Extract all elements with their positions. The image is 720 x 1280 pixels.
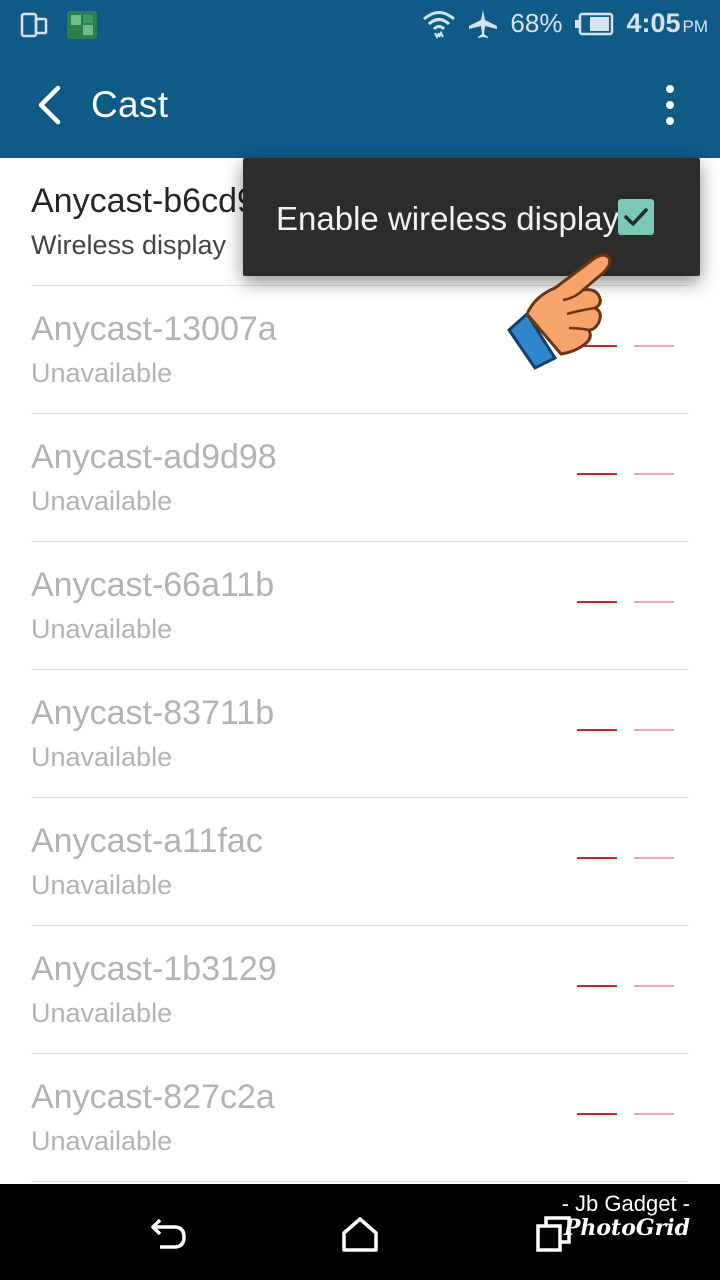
device-name: Anycast-a11fac bbox=[31, 822, 263, 860]
enable-wireless-display-label: Enable wireless display bbox=[276, 200, 620, 237]
device-name: Anycast-13007a bbox=[31, 310, 277, 348]
nav-back-button[interactable] bbox=[146, 1212, 190, 1256]
signal-indicator bbox=[634, 1113, 674, 1115]
device-status: Wireless display bbox=[31, 230, 227, 260]
device-name: Anycast-66a11b bbox=[31, 566, 275, 604]
battery-percent: 68% bbox=[510, 8, 563, 38]
device-name: Anycast-1b3129 bbox=[31, 950, 277, 988]
device-status: Unavailable bbox=[31, 870, 173, 900]
device-name: Anycast-b6cd9 bbox=[31, 182, 256, 220]
system-icons: 68% 4:05 PM bbox=[422, 8, 708, 39]
device-row[interactable]: Anycast-83711b Unavailable bbox=[31, 670, 689, 798]
signal-indicator bbox=[577, 985, 617, 987]
device-status: Unavailable bbox=[31, 614, 173, 644]
pointing-hand-icon bbox=[507, 253, 612, 370]
signal-indicator bbox=[634, 857, 674, 859]
clock: 4:05 PM bbox=[626, 8, 708, 39]
signal-indicator bbox=[634, 601, 674, 603]
signal-indicator bbox=[577, 473, 617, 475]
photogrid-watermark: - Jb Gadget - PhotoGrid bbox=[561, 1191, 690, 1242]
overflow-dot bbox=[666, 117, 674, 125]
signal-indicator bbox=[577, 1113, 617, 1115]
wifi-icon bbox=[423, 10, 456, 39]
device-row[interactable]: Anycast-a11fac Unavailable bbox=[31, 798, 689, 926]
device-status: Unavailable bbox=[31, 358, 173, 388]
device-row[interactable]: Anycast-1b3129 Unavailable bbox=[31, 926, 689, 1054]
signal-indicator bbox=[634, 729, 674, 731]
device-row[interactable]: Anycast-66a11b Unavailable bbox=[31, 542, 689, 670]
signal-indicator bbox=[634, 345, 674, 347]
signal-indicator bbox=[577, 729, 617, 731]
back-button[interactable] bbox=[24, 80, 74, 130]
navigation-bar: - Jb Gadget - PhotoGrid bbox=[0, 1184, 720, 1280]
device-row[interactable]: Anycast-827c2a Unavailable bbox=[31, 1054, 689, 1182]
battery-icon bbox=[575, 12, 614, 35]
enable-wireless-display-checkbox[interactable] bbox=[618, 199, 654, 235]
back-icon bbox=[151, 1218, 186, 1249]
overflow-popup-menu: Enable wireless display bbox=[243, 158, 700, 276]
nav-home-button[interactable] bbox=[338, 1212, 382, 1256]
device-status: Unavailable bbox=[31, 742, 173, 772]
overflow-menu-button[interactable] bbox=[650, 80, 690, 130]
device-name: Anycast-ad9d98 bbox=[31, 438, 277, 476]
clock-time: 4:05 bbox=[626, 8, 681, 38]
device-status: Unavailable bbox=[31, 1126, 173, 1156]
watermark-author: - Jb Gadget - bbox=[561, 1191, 690, 1216]
screen-mirror-icon bbox=[20, 12, 48, 38]
overflow-dot bbox=[666, 101, 674, 109]
device-status: Unavailable bbox=[31, 486, 173, 516]
home-icon bbox=[342, 1217, 378, 1252]
notification-icons bbox=[20, 10, 98, 40]
signal-indicator bbox=[634, 985, 674, 987]
cast-notification-icon bbox=[67, 11, 97, 39]
signal-indicator bbox=[577, 857, 617, 859]
device-name: Anycast-83711b bbox=[31, 694, 275, 732]
signal-indicator bbox=[577, 601, 617, 603]
device-row[interactable]: Anycast-ad9d98 Unavailable bbox=[31, 414, 689, 542]
watermark-brand: PhotoGrid bbox=[563, 1215, 690, 1242]
page-title: Cast bbox=[91, 84, 169, 125]
clock-suffix: PM bbox=[682, 17, 709, 36]
enable-wireless-display-option[interactable]: Enable wireless display bbox=[243, 158, 700, 276]
status-bar: 68% 4:05 PM bbox=[0, 0, 720, 52]
chevron-left-icon bbox=[38, 85, 61, 125]
device-name: Anycast-827c2a bbox=[31, 1078, 275, 1116]
airplane-mode-icon bbox=[469, 9, 498, 38]
overflow-dot bbox=[666, 85, 674, 93]
signal-indicator bbox=[634, 473, 674, 475]
checkmark-icon bbox=[624, 208, 648, 226]
app-bar: Cast bbox=[0, 52, 720, 158]
device-status: Unavailable bbox=[31, 998, 173, 1028]
